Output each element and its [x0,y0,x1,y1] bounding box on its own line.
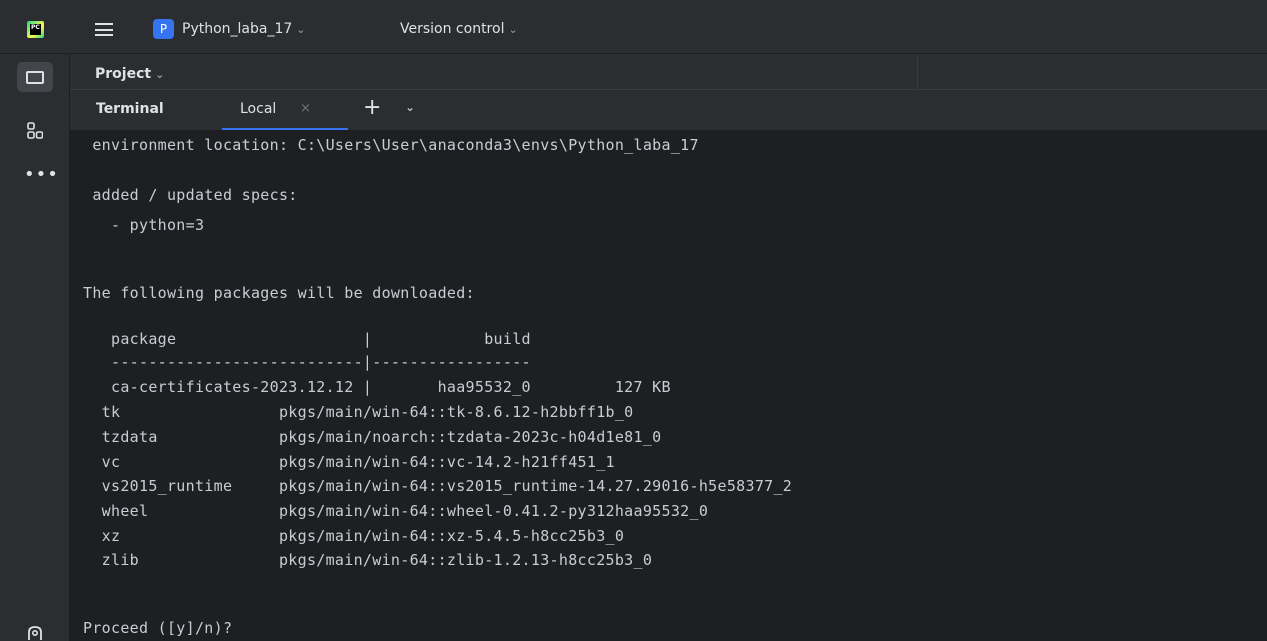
terminal-line: vc pkgs/main/win-64::vc-14.2-h21ff451_1 [83,453,615,471]
chevron-down-icon: ⌄ [508,23,518,36]
close-tab-icon[interactable]: × [300,101,311,116]
chevron-down-icon: ⌄ [296,23,306,36]
new-terminal-button[interactable]: + [363,95,381,120]
terminal-line: ca-certificates-2023.12.12 | haa95532_0 … [83,378,671,396]
terminal-line: tzdata pkgs/main/noarch::tzdata-2023c-h0… [83,428,662,446]
version-control-label: Version control [400,21,505,37]
tool-window-strip: ••• [0,54,70,641]
tab-local[interactable]: Local × [222,90,348,130]
terminal-output[interactable]: environment location: C:\Users\User\anac… [70,130,1267,641]
project-initial-badge[interactable]: P [153,19,174,39]
terminal-line: package | build [83,330,531,348]
chevron-down-icon[interactable]: ⌄ [405,100,415,114]
terminal-prompt: Proceed ([y]/n)? [83,619,233,637]
terminal-line: xz pkgs/main/win-64::xz-5.4.5-h8cc25b3_0 [83,527,625,545]
project-name-label: Python_laba_17 [182,21,293,37]
terminal-line: wheel pkgs/main/win-64::wheel-0.41.2-py3… [83,502,709,520]
title-bar: PC P Python_laba_17 ⌄ Version control ⌄ [0,0,1267,54]
panel-divider [917,54,918,90]
python-packages-icon[interactable] [25,624,45,641]
project-panel-label: Project [95,66,152,82]
terminal-tab-bar: Terminal Local × + ⌄ [70,90,1267,130]
terminal-line: added / updated specs: [83,186,298,204]
chevron-down-icon: ⌄ [155,68,165,81]
version-control-menu[interactable]: Version control ⌄ [400,21,518,37]
terminal-line: The following packages will be downloade… [83,284,475,302]
project-tool-button[interactable] [17,62,53,92]
pycharm-logo-icon[interactable]: PC [27,21,44,38]
terminal-line: - python=3 [83,216,205,234]
terminal-line: vs2015_runtime pkgs/main/win-64::vs2015_… [83,477,793,495]
hamburger-menu-icon[interactable] [95,23,113,36]
terminal-line: environment location: C:\Users\User\anac… [83,136,699,154]
project-panel-header: Project ⌄ [70,54,1267,90]
structure-icon[interactable] [27,122,43,140]
terminal-line: tk pkgs/main/win-64::tk-8.6.12-h2bbff1b_… [83,403,634,421]
folder-icon [26,70,44,84]
terminal-title: Terminal [96,101,164,117]
terminal-line: zlib pkgs/main/win-64::zlib-1.2.13-h8cc2… [83,551,653,569]
project-selector[interactable]: Python_laba_17 ⌄ [182,21,306,37]
more-tools-icon[interactable]: ••• [24,164,59,185]
project-panel-title[interactable]: Project ⌄ [95,66,164,82]
terminal-line: ---------------------------|------------… [83,353,531,371]
tab-local-label: Local [240,101,277,117]
